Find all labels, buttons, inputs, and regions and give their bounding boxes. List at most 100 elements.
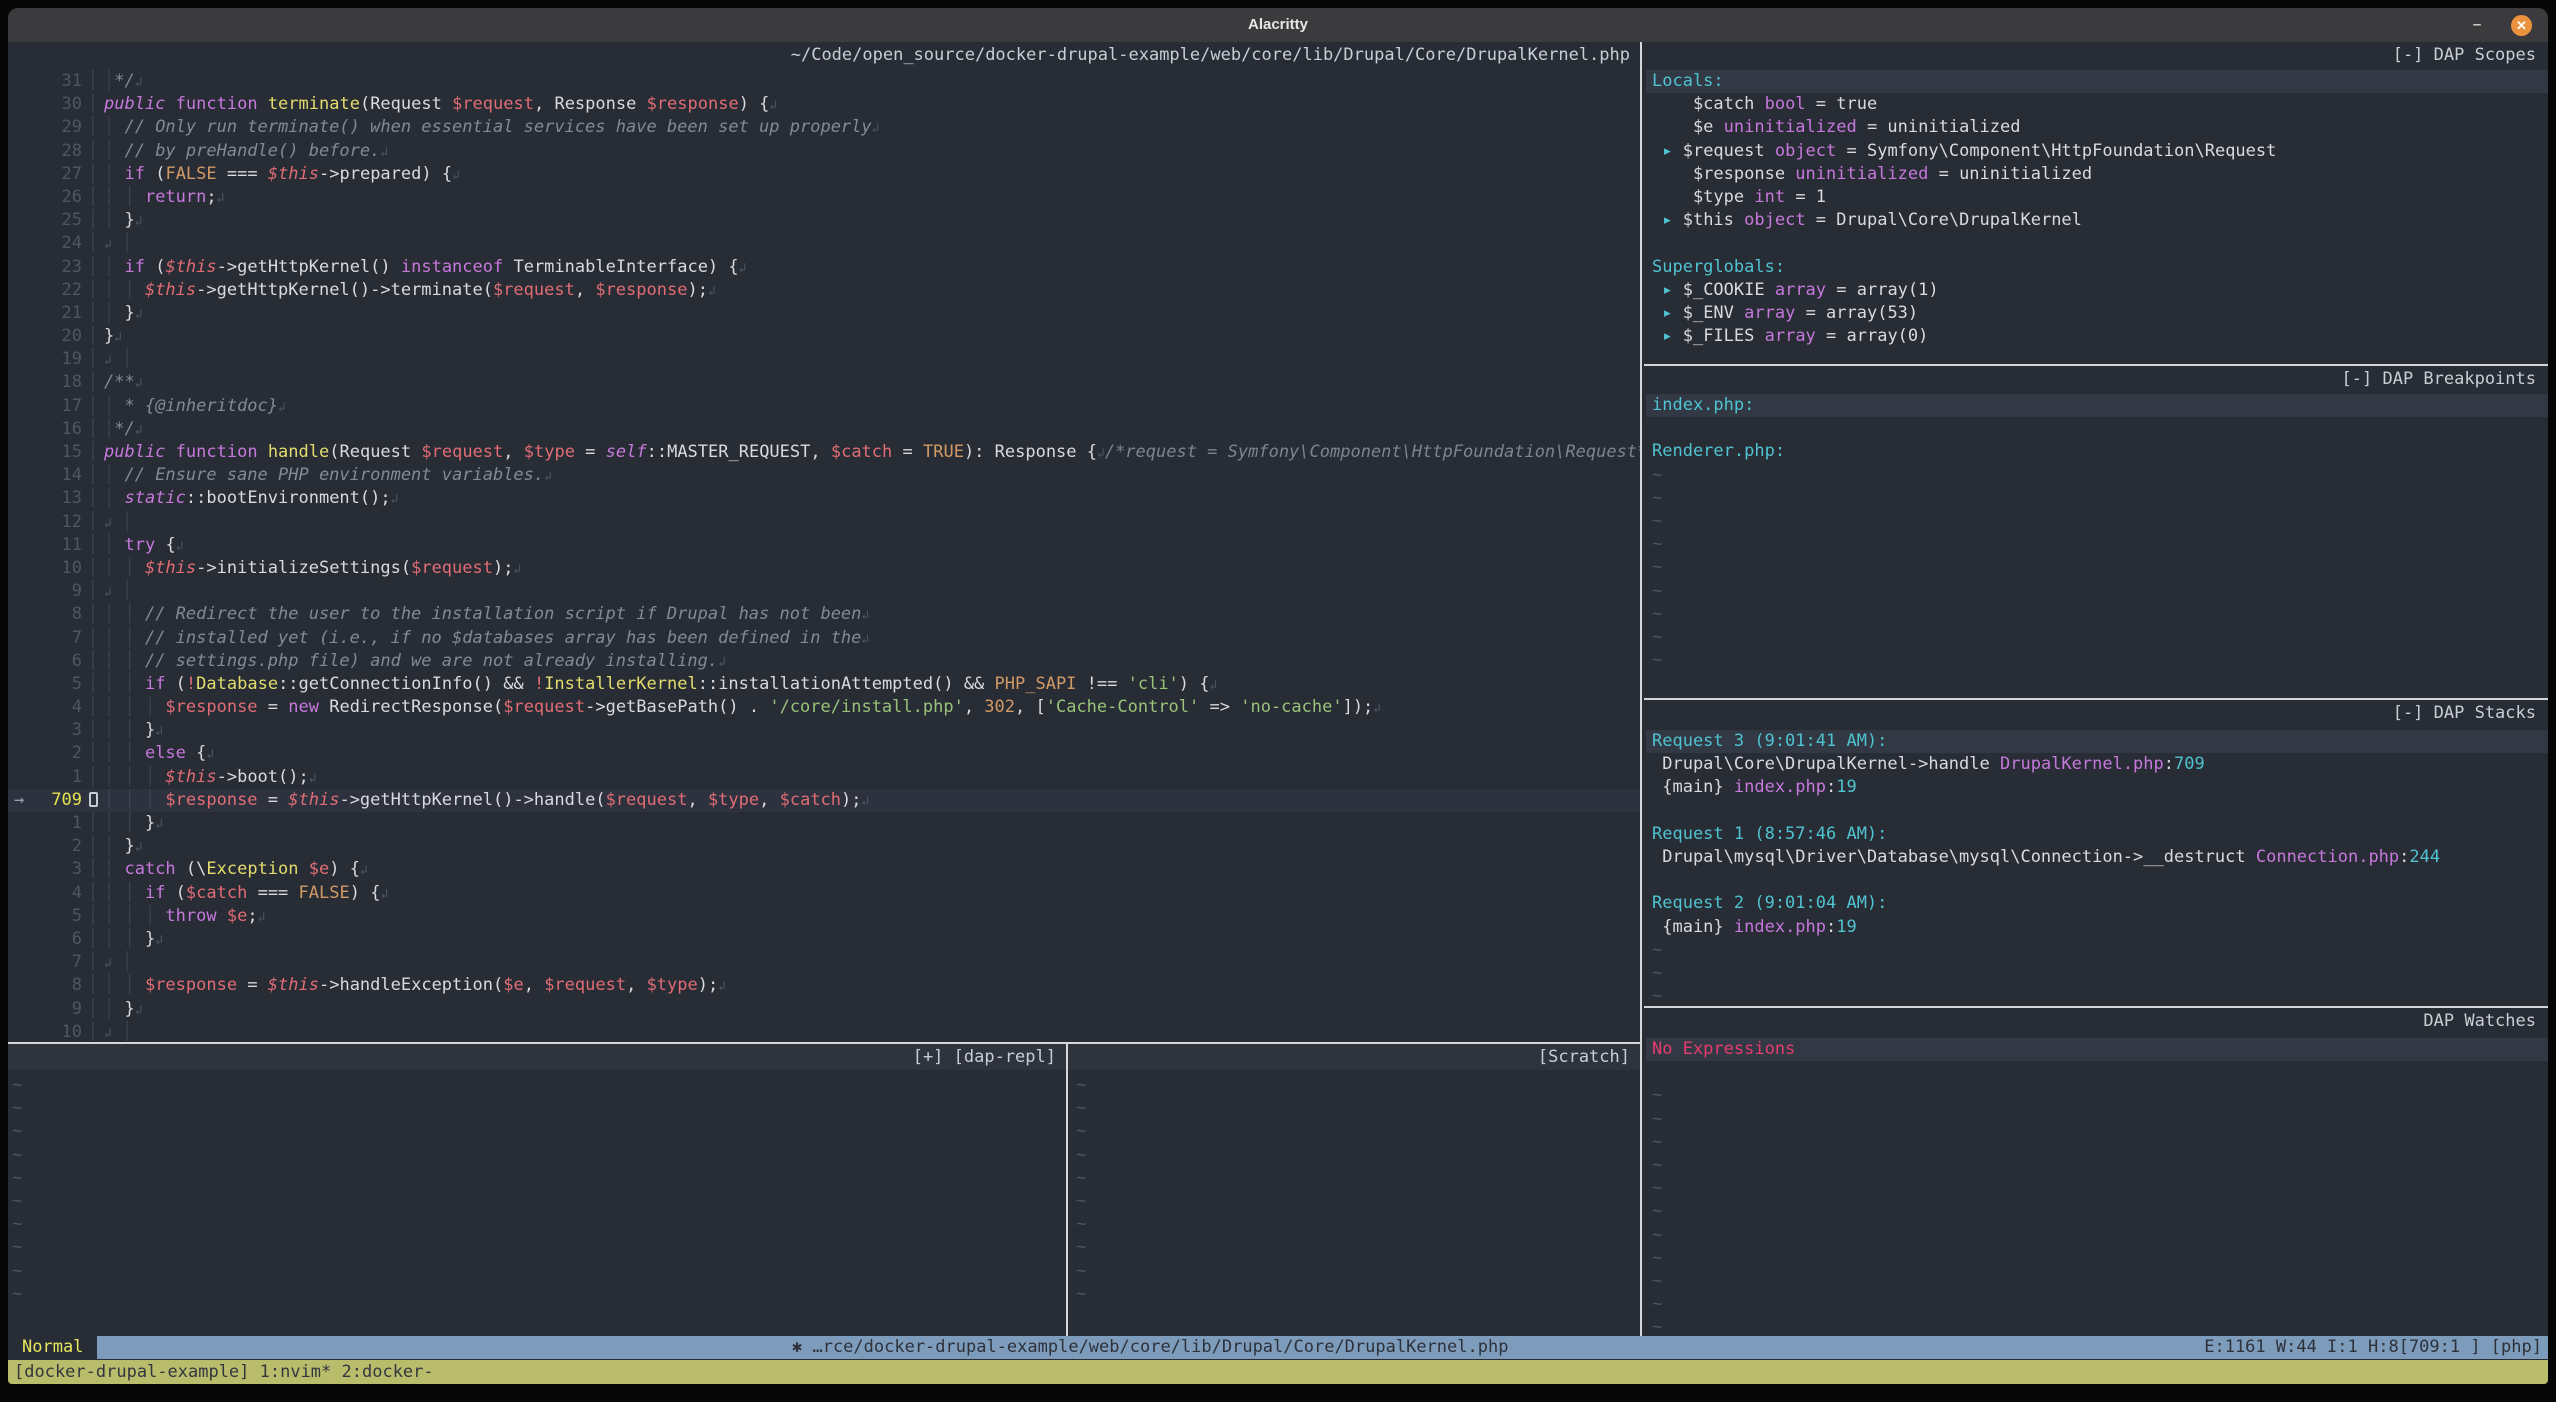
scope-row[interactable]: $e uninitialized = uninitialized — [1646, 116, 2548, 139]
scope-row[interactable]: Locals: — [1646, 70, 2548, 93]
empty-line-tilde: ~ — [1076, 1144, 1636, 1167]
scope-row[interactable]: $response uninitialized = uninitialized — [1646, 163, 2548, 186]
watch-row[interactable] — [1646, 1061, 2548, 1084]
scope-row[interactable]: $catch bool = true — [1646, 93, 2548, 116]
editor-winbar-path[interactable]: ~/Code/open_source/docker-drupal-example… — [8, 42, 1640, 68]
code-line[interactable]: 6││ │ }↲ — [8, 928, 1640, 951]
code-line[interactable]: 23││ if ($this->getHttpKernel() instance… — [8, 256, 1640, 279]
scratch-winbar[interactable]: [Scratch] — [1068, 1044, 1640, 1070]
watch-row[interactable]: No Expressions — [1646, 1038, 2548, 1061]
stack-frame-row[interactable]: Request 2 (9:01:04 AM): — [1646, 892, 2548, 915]
code-line[interactable]: 9││ }↲ — [8, 998, 1640, 1021]
code-line[interactable]: 2││ }↲ — [8, 835, 1640, 858]
breakpoint-row[interactable]: index.php: — [1646, 394, 2548, 417]
stack-frame-row[interactable]: Drupal\mysql\Driver\Database\mysql\Conne… — [1646, 846, 2548, 869]
current-code-line[interactable]: →709│ │ │ $response = $this->getHttpKern… — [8, 789, 1640, 812]
stack-frame-row[interactable]: Drupal\Core\DrupalKernel->handle DrupalK… — [1646, 753, 2548, 776]
scope-row[interactable] — [1646, 232, 2548, 255]
scratch-buffer[interactable]: ~~~~~~~~~~ — [1076, 1074, 1636, 1336]
dap-scopes-panel[interactable]: Locals: $catch bool = true $e uninitiali… — [1646, 70, 2548, 352]
stack-frame-row[interactable]: Request 3 (9:01:41 AM): — [1646, 730, 2548, 753]
stack-frame-row[interactable] — [1646, 800, 2548, 823]
minimize-button[interactable]: – — [2464, 8, 2490, 42]
dap-breakpoints-header[interactable]: [-] DAP Breakpoints — [1646, 366, 2548, 392]
close-button[interactable]: ✕ — [2511, 15, 2532, 36]
stack-frame-row[interactable]: {main} index.php:19 — [1646, 916, 2548, 939]
breakpoint-stopped-sign — [89, 792, 98, 807]
code-line[interactable]: 12│↲ │ — [8, 511, 1640, 534]
dap-scopes-header[interactable]: [-] DAP Scopes — [1646, 42, 2548, 68]
code-line[interactable]: 3││ catch (\Exception $e) {↲ — [8, 858, 1640, 881]
dap-breakpoints-panel[interactable]: index.php:Renderer.php:~~~~~~~~~ — [1646, 394, 2548, 676]
code-line[interactable]: 7│↲ │ — [8, 951, 1640, 974]
code-line[interactable]: 19│↲ │ — [8, 348, 1640, 371]
code-line[interactable]: 20│}↲ — [8, 325, 1640, 348]
terminal-window: Alacritty – ✕ ~/Code/open_source/docker-… — [8, 8, 2548, 1384]
code-line[interactable]: 28││ // by preHandle() before.↲ — [8, 140, 1640, 163]
scope-row[interactable]: ▸ $_FILES array = array(0) — [1646, 325, 2548, 348]
gutter: 13│ — [8, 487, 104, 510]
code-line[interactable]: 22││ │ $this->getHttpKernel()->terminate… — [8, 279, 1640, 302]
tmux-status-bar[interactable]: [docker-drupal-example] 1:nvim* 2:docker… — [8, 1360, 2548, 1384]
gutter: 11│ — [8, 534, 104, 557]
title-bar[interactable]: Alacritty – ✕ — [8, 8, 2548, 42]
code-line[interactable]: 8││ │ $response = $this->handleException… — [8, 974, 1640, 997]
gutter: 25│ — [8, 209, 104, 232]
code-line[interactable]: 24│↲ │ — [8, 232, 1640, 255]
code-line[interactable]: 1││ │ │ $this->boot();↲ — [8, 766, 1640, 789]
code-line[interactable]: 9│↲ │ — [8, 580, 1640, 603]
code-line[interactable]: 31││*/↲ — [8, 70, 1640, 93]
scope-row[interactable]: ▸ $_ENV array = array(53) — [1646, 302, 2548, 325]
scope-row[interactable]: Superglobals: — [1646, 256, 2548, 279]
code-line[interactable]: 3││ │ }↲ — [8, 719, 1640, 742]
dap-stacks-panel[interactable]: Request 3 (9:01:41 AM): Drupal\Core\Drup… — [1646, 730, 2548, 1012]
code-line[interactable]: 7││ │ // installed yet (i.e., if no $dat… — [8, 627, 1640, 650]
code-line[interactable]: 14││ // Ensure sane PHP environment vari… — [8, 464, 1640, 487]
scope-row[interactable]: $type int = 1 — [1646, 186, 2548, 209]
code-line[interactable]: 5││ │ │ throw $e;↲ — [8, 905, 1640, 928]
empty-line-tilde: ~ — [1076, 1120, 1636, 1143]
code-line[interactable]: 27││ if (FALSE === $this->prepared) {↲ — [8, 163, 1640, 186]
code-line[interactable]: 1││ │ }↲ — [8, 812, 1640, 835]
code-line[interactable]: 10│↲ │ — [8, 1021, 1640, 1042]
dap-watches-panel[interactable]: No Expressions~~~~~~~~~~~ — [1646, 1038, 2548, 1338]
stack-frame-row[interactable] — [1646, 869, 2548, 892]
code-line[interactable]: 21││ }↲ — [8, 302, 1640, 325]
scope-row[interactable]: ▸ $request object = Symfony\Component\Ht… — [1646, 140, 2548, 163]
stack-frame-row[interactable]: Request 1 (8:57:46 AM): — [1646, 823, 2548, 846]
scope-row[interactable]: ▸ $this object = Drupal\Core\DrupalKerne… — [1646, 209, 2548, 232]
code-line[interactable]: 11││ try {↲ — [8, 534, 1640, 557]
gutter: 14│ — [8, 464, 104, 487]
code-line[interactable]: 13││ static::bootEnvironment();↲ — [8, 487, 1640, 510]
code-line[interactable]: 8││ │ // Redirect the user to the instal… — [8, 603, 1640, 626]
code-line[interactable]: 25││ }↲ — [8, 209, 1640, 232]
window-separator-vertical[interactable] — [1066, 1042, 1068, 1336]
dap-stacks-header[interactable]: [-] DAP Stacks — [1646, 700, 2548, 726]
breakpoint-row[interactable] — [1646, 417, 2548, 440]
code-line[interactable]: 4││ │ if ($catch === FALSE) {↲ — [8, 882, 1640, 905]
code-line[interactable]: 6││ │ // settings.php file) and we are n… — [8, 650, 1640, 673]
dap-repl-winbar[interactable]: [+] [dap-repl] — [8, 1044, 1066, 1070]
code-line[interactable]: 15│public function handle(Request $reque… — [8, 441, 1640, 464]
code-line[interactable]: 17││ * {@inheritdoc}↲ — [8, 395, 1640, 418]
line-number: 11 — [38, 534, 82, 557]
dap-watches-header[interactable]: DAP Watches — [1646, 1008, 2548, 1034]
breakpoint-row[interactable]: Renderer.php: — [1646, 440, 2548, 463]
code-line[interactable]: 18│/**↲ — [8, 371, 1640, 394]
code-line[interactable]: 5││ │ if (!Database::getConnectionInfo()… — [8, 673, 1640, 696]
gutter: 6│ — [8, 650, 104, 673]
code-line[interactable]: 26││ │ return;↲ — [8, 186, 1640, 209]
stack-frame-row[interactable]: {main} index.php:19 — [1646, 776, 2548, 799]
code-line[interactable]: 4││ │ │ $response = new RedirectResponse… — [8, 696, 1640, 719]
code-line[interactable]: 10││ │ $this->initializeSettings($reques… — [8, 557, 1640, 580]
code-line[interactable]: 30│public function terminate(Request $re… — [8, 93, 1640, 116]
panel-separator-vertical[interactable] — [1640, 42, 1642, 1336]
code-line[interactable]: 16││*/↲ — [8, 418, 1640, 441]
dap-repl-buffer[interactable]: ~~~~~~~~~~ — [12, 1074, 1062, 1336]
code-line[interactable]: 2││ │ else {↲ — [8, 742, 1640, 765]
code-line[interactable]: 29││ // Only run terminate() when essent… — [8, 116, 1640, 139]
scope-row[interactable]: ▸ $_COOKIE array = array(1) — [1646, 279, 2548, 302]
line-number: 1 — [38, 812, 82, 835]
code-editor[interactable]: 31││*/↲ 30│public function terminate(Req… — [8, 70, 1640, 1042]
line-number: 25 — [38, 209, 82, 232]
